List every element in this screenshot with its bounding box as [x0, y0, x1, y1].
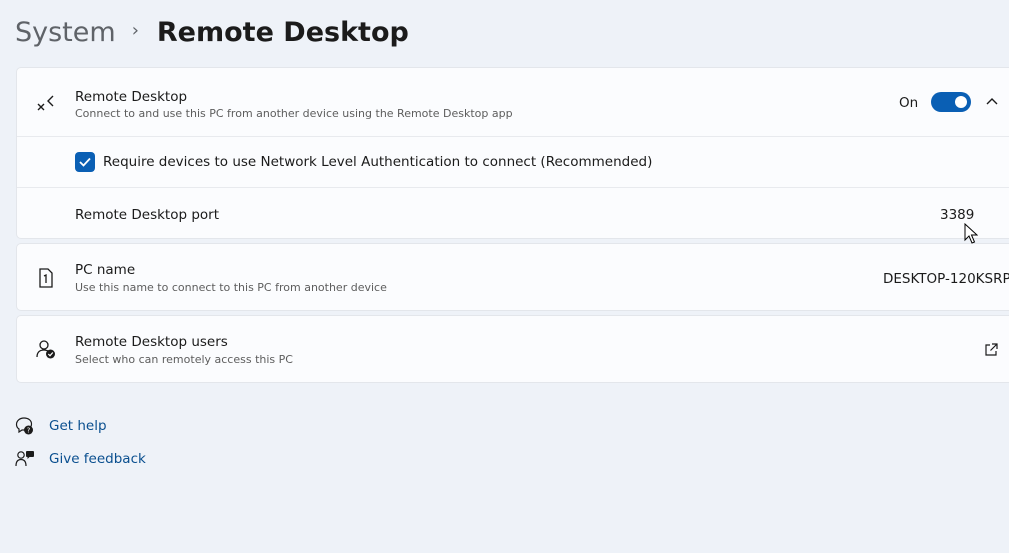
- svg-text:?: ?: [27, 427, 31, 435]
- toggle-knob: [955, 96, 967, 108]
- users-icon: [36, 340, 55, 359]
- breadcrumb: System › Remote Desktop: [15, 12, 409, 52]
- remote-desktop-icon: [37, 95, 54, 111]
- give-feedback-row[interactable]: Give feedback: [15, 449, 146, 469]
- give-feedback-icon: [15, 451, 34, 467]
- checkmark-icon: [79, 157, 91, 167]
- breadcrumb-system[interactable]: System: [15, 17, 116, 48]
- breadcrumb-separator: ›: [131, 19, 139, 41]
- remote-desktop-subtitle: Connect to and use this PC from another …: [75, 107, 513, 120]
- get-help-row[interactable]: ? Get help: [15, 416, 107, 436]
- remote-desktop-users-subtitle: Select who can remotely access this PC: [75, 353, 293, 366]
- nla-checkbox[interactable]: [75, 152, 95, 172]
- remote-desktop-title: Remote Desktop: [75, 89, 188, 105]
- get-help-icon: ?: [15, 417, 33, 435]
- pc-name-subtitle: Use this name to connect to this PC from…: [75, 281, 387, 294]
- page-title: Remote Desktop: [156, 16, 409, 48]
- remote-desktop-toggle[interactable]: [931, 92, 971, 112]
- port-label: Remote Desktop port: [75, 207, 220, 223]
- chevron-up-icon[interactable]: [983, 93, 1001, 111]
- mouse-cursor-icon: [964, 223, 978, 244]
- remote-desktop-users-title: Remote Desktop users: [75, 334, 228, 350]
- pc-name-value: DESKTOP-120KSRP: [883, 271, 1009, 287]
- nla-checkbox-label: Require devices to use Network Level Aut…: [103, 154, 653, 170]
- divider: [17, 136, 1009, 137]
- remote-desktop-users-card[interactable]: Remote Desktop users Select who can remo…: [16, 315, 1009, 383]
- remote-desktop-card: Remote Desktop Connect to and use this P…: [16, 67, 1009, 239]
- remote-desktop-toggle-label: On: [899, 95, 919, 111]
- pc-name-card: PC name Use this name to connect to this…: [16, 243, 1009, 311]
- port-value: 3389: [940, 207, 975, 223]
- give-feedback-link[interactable]: Give feedback: [49, 451, 146, 467]
- pc-name-icon: [39, 268, 53, 288]
- get-help-link[interactable]: Get help: [49, 418, 107, 434]
- divider: [17, 187, 1009, 188]
- external-link-icon[interactable]: [983, 342, 999, 358]
- pc-name-title: PC name: [75, 262, 136, 278]
